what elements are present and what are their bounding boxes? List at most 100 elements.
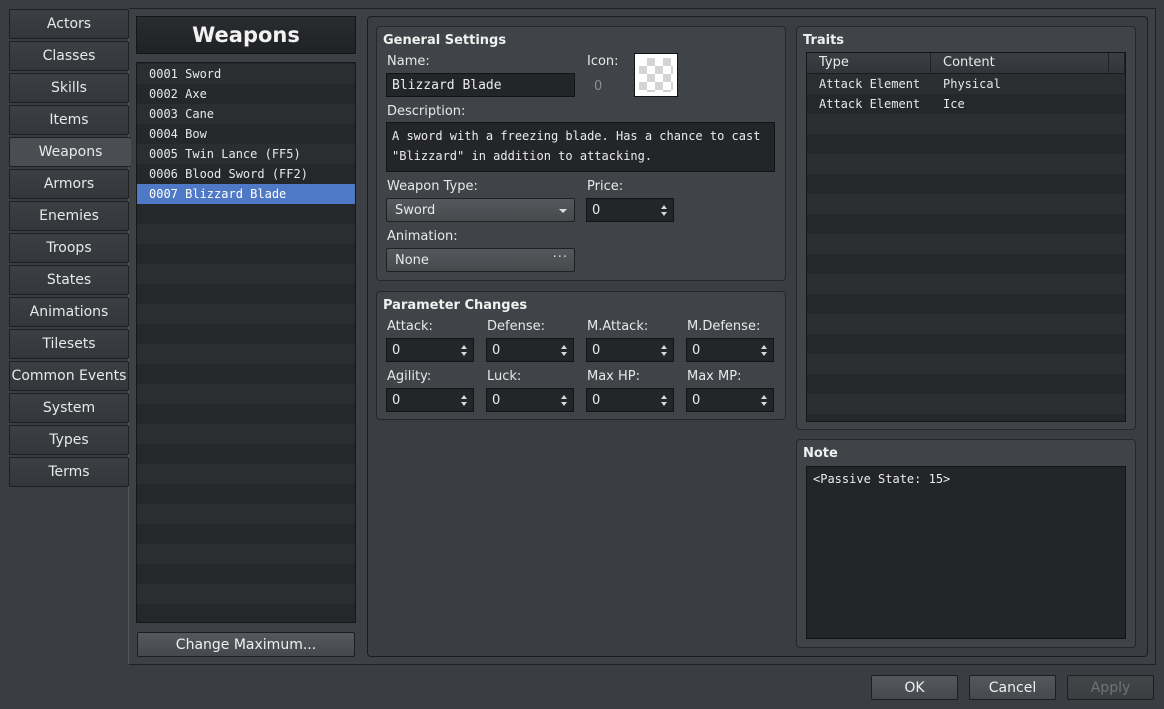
tab-actors[interactable]: Actors xyxy=(9,9,129,39)
param-label-attack: Attack: xyxy=(387,319,433,334)
chevron-down-icon xyxy=(559,209,567,213)
m-defense-stepper[interactable]: 0 xyxy=(686,338,774,362)
weapon-type-value: Sword xyxy=(395,202,436,218)
spin-up-icon[interactable] xyxy=(761,395,767,399)
column-header-content[interactable]: Content xyxy=(931,53,1109,73)
trait-content: Ice xyxy=(943,97,965,111)
animation-picker[interactable]: None ··· xyxy=(386,248,575,272)
traits-table[interactable]: Type Content Attack Element Physical Att… xyxy=(806,52,1126,422)
param-label-luck: Luck: xyxy=(487,369,522,384)
tab-terms[interactable]: Terms xyxy=(9,457,129,487)
list-item[interactable]: 0006 Blood Sword (FF2) xyxy=(137,164,355,184)
attack-stepper[interactable]: 0 xyxy=(386,338,474,362)
column-header-type[interactable]: Type xyxy=(807,53,931,73)
traits-header: Type Content xyxy=(807,53,1125,74)
animation-value: None xyxy=(395,252,429,268)
param-label-max-hp: Max HP: xyxy=(587,369,641,384)
max-mp-value: 0 xyxy=(692,392,701,408)
tab-classes[interactable]: Classes xyxy=(9,41,129,71)
m-defense-value: 0 xyxy=(692,342,701,358)
tab-skills[interactable]: Skills xyxy=(9,73,129,103)
table-row[interactable]: Attack Element Physical xyxy=(807,74,1125,94)
tab-states[interactable]: States xyxy=(9,265,129,295)
list-item-selected[interactable]: 0007 Blizzard Blade xyxy=(137,184,355,204)
spin-down-icon[interactable] xyxy=(761,402,767,406)
trait-type: Attack Element xyxy=(819,77,921,91)
tab-common-events[interactable]: Common Events xyxy=(9,361,129,391)
spin-up-icon[interactable] xyxy=(561,345,567,349)
name-field[interactable]: Blizzard Blade xyxy=(386,73,575,97)
spin-down-icon[interactable] xyxy=(561,402,567,406)
spin-up-icon[interactable] xyxy=(661,205,667,209)
price-stepper[interactable]: 0 xyxy=(586,198,674,222)
description-field[interactable]: A sword with a freezing blade. Has a cha… xyxy=(386,122,775,172)
luck-stepper[interactable]: 0 xyxy=(486,388,574,412)
name-label: Name: xyxy=(387,54,430,69)
list-title: Weapons xyxy=(136,16,356,54)
tab-system[interactable]: System xyxy=(9,393,129,423)
list-item[interactable]: 0001 Sword xyxy=(137,64,355,84)
spin-down-icon[interactable] xyxy=(461,402,467,406)
cancel-button[interactable]: Cancel xyxy=(969,675,1056,700)
param-label-m-defense: M.Defense: xyxy=(687,319,761,334)
description-line-2: "Blizzard" in addition to attacking. xyxy=(392,149,653,163)
tab-enemies[interactable]: Enemies xyxy=(9,201,129,231)
agility-stepper[interactable]: 0 xyxy=(386,388,474,412)
list-item[interactable]: 0002 Axe xyxy=(137,84,355,104)
spin-up-icon[interactable] xyxy=(461,395,467,399)
spin-up-icon[interactable] xyxy=(661,345,667,349)
tab-troops[interactable]: Troops xyxy=(9,233,129,263)
trait-content: Physical xyxy=(943,77,1001,91)
weapon-list[interactable]: 0001 Sword 0002 Axe 0003 Cane 0004 Bow 0… xyxy=(136,62,356,623)
param-label-max-mp: Max MP: xyxy=(687,369,742,384)
traits-title: Traits xyxy=(803,33,845,48)
note-field[interactable]: <Passive State: 15> xyxy=(806,466,1126,639)
spin-down-icon[interactable] xyxy=(661,402,667,406)
spin-up-icon[interactable] xyxy=(761,345,767,349)
spin-down-icon[interactable] xyxy=(761,352,767,356)
price-value: 0 xyxy=(592,202,601,218)
tab-types[interactable]: Types xyxy=(9,425,129,455)
tab-weapons[interactable]: Weapons xyxy=(9,137,131,167)
icon-label: Icon: xyxy=(587,54,619,69)
icon-index: 0 xyxy=(594,79,603,94)
list-item[interactable]: 0004 Bow xyxy=(137,124,355,144)
tab-armors[interactable]: Armors xyxy=(9,169,129,199)
tab-animations[interactable]: Animations xyxy=(9,297,129,327)
spin-up-icon[interactable] xyxy=(561,395,567,399)
note-title: Note xyxy=(803,446,838,461)
apply-button[interactable]: Apply xyxy=(1067,675,1154,700)
agility-value: 0 xyxy=(392,392,401,408)
empty-icon xyxy=(639,58,673,92)
m-attack-value: 0 xyxy=(592,342,601,358)
max-hp-stepper[interactable]: 0 xyxy=(586,388,674,412)
spin-up-icon[interactable] xyxy=(461,345,467,349)
animation-label: Animation: xyxy=(387,229,458,244)
parameter-changes-title: Parameter Changes xyxy=(383,298,528,313)
max-mp-stepper[interactable]: 0 xyxy=(686,388,774,412)
list-item[interactable]: 0005 Twin Lance (FF5) xyxy=(137,144,355,164)
tab-items[interactable]: Items xyxy=(9,105,129,135)
luck-value: 0 xyxy=(492,392,501,408)
spin-down-icon[interactable] xyxy=(661,212,667,216)
table-row[interactable]: Attack Element Ice xyxy=(807,94,1125,114)
icon-picker[interactable] xyxy=(634,53,678,97)
tab-tilesets[interactable]: Tilesets xyxy=(9,329,129,359)
attack-value: 0 xyxy=(392,342,401,358)
spin-down-icon[interactable] xyxy=(461,352,467,356)
spin-down-icon[interactable] xyxy=(561,352,567,356)
max-hp-value: 0 xyxy=(592,392,601,408)
weapon-type-label: Weapon Type: xyxy=(387,179,478,194)
price-label: Price: xyxy=(587,179,624,194)
ellipsis-icon: ··· xyxy=(552,250,568,265)
list-item[interactable]: 0003 Cane xyxy=(137,104,355,124)
defense-value: 0 xyxy=(492,342,501,358)
change-maximum-button[interactable]: Change Maximum... xyxy=(137,632,355,657)
defense-stepper[interactable]: 0 xyxy=(486,338,574,362)
param-label-defense: Defense: xyxy=(487,319,545,334)
m-attack-stepper[interactable]: 0 xyxy=(586,338,674,362)
spin-up-icon[interactable] xyxy=(661,395,667,399)
spin-down-icon[interactable] xyxy=(661,352,667,356)
weapon-type-select[interactable]: Sword xyxy=(386,198,575,222)
ok-button[interactable]: OK xyxy=(871,675,958,700)
